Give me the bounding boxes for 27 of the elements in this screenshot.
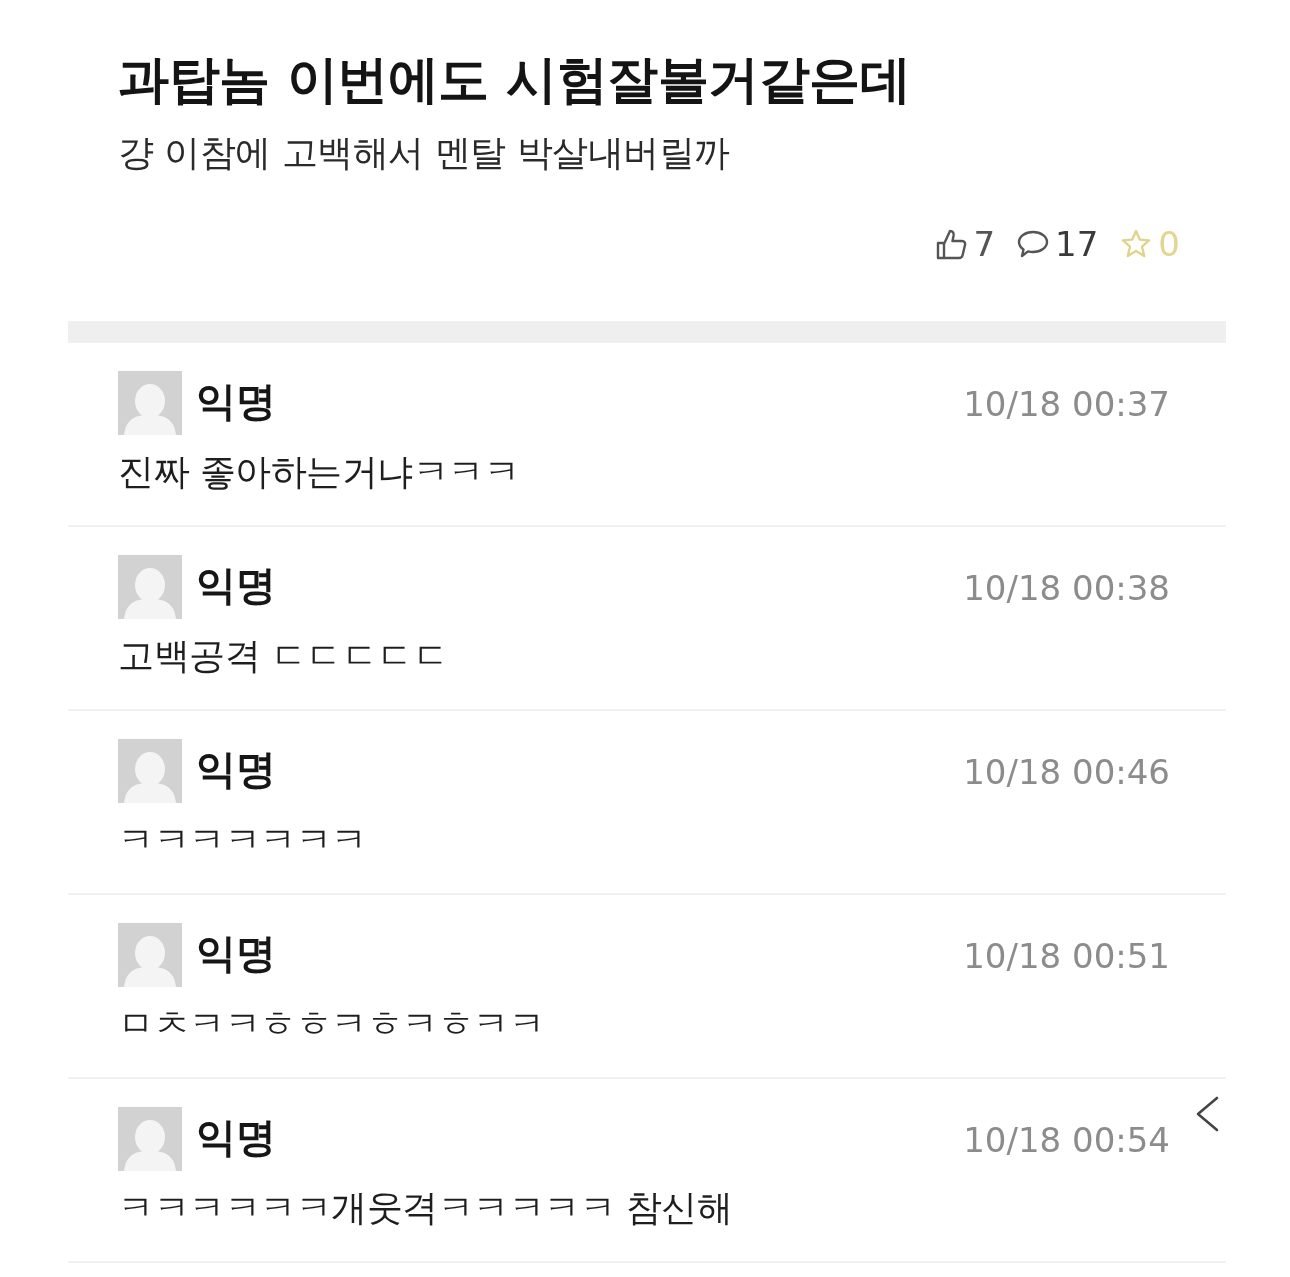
comment-text: ㅋㅋㅋㅋㅋㅋ개웃격ㅋㅋㅋㅋㅋ 참신해 <box>118 1185 734 1230</box>
comment-time: 10/18 00:38 <box>963 570 1170 605</box>
comment-time: 10/18 00:54 <box>963 1122 1170 1157</box>
comment-author: 익명 <box>196 1116 276 1157</box>
star-icon[interactable] <box>1120 227 1153 260</box>
comment-text: ㅋㅋㅋㅋㅋㅋㅋ <box>118 817 368 862</box>
avatar-silhouette-icon <box>118 554 182 619</box>
comment-author: 익명 <box>196 380 276 421</box>
scrap-count: 0 <box>1158 226 1180 261</box>
avatar-silhouette-icon <box>118 1106 182 1171</box>
post-body: 걍 이참에 고백해서 멘탈 박살내버릴까 <box>118 130 731 175</box>
comment-count: 17 <box>1055 226 1099 261</box>
comment-text: 진짜 좋아하는거냐ㅋㅋㅋ <box>118 449 521 494</box>
comment-text: ㅁㅊㅋㅋㅎㅎㅋㅎㅋㅎㅋㅋ <box>118 1001 545 1046</box>
comment-time: 10/18 00:51 <box>963 938 1170 973</box>
comment-text: 고백공격 ㄷㄷㄷㄷㄷ <box>118 633 450 678</box>
avatar-silhouette-icon <box>118 370 182 435</box>
comment-time: 10/18 00:37 <box>963 386 1170 421</box>
comment-author: 익명 <box>196 564 276 605</box>
avatar-silhouette-icon <box>118 738 182 803</box>
comment-author: 익명 <box>196 748 276 789</box>
like-count: 7 <box>973 226 996 261</box>
avatar-silhouette-icon <box>118 922 182 987</box>
comment-time: 10/18 00:46 <box>963 754 1170 789</box>
speech-bubble-icon[interactable] <box>1017 228 1050 259</box>
comment-author: 익명 <box>196 932 276 973</box>
post-title: 과탑놈 이번에도 시험잘볼거같은데 <box>118 49 911 111</box>
